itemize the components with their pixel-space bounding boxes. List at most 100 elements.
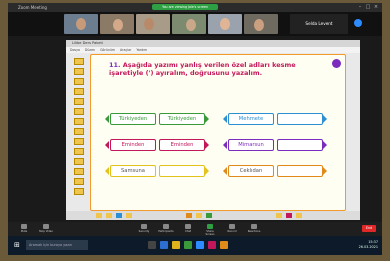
tool-button[interactable] xyxy=(74,68,84,75)
answer-field[interactable] xyxy=(159,165,205,177)
stop-video-button[interactable]: Stop Video xyxy=(38,224,54,233)
meeting-controls: Mute Stop Video Security Participants Ch… xyxy=(8,222,382,236)
end-meeting-button[interactable]: End xyxy=(362,225,376,232)
mute-button[interactable]: Mute xyxy=(16,224,32,233)
exercise-row: Ceklıdan xyxy=(223,165,333,177)
screen-share-banner[interactable]: You are viewing Jale's screen xyxy=(152,4,218,10)
app-menubar: Dosya Düzen Görünüm Araçlar Yardım xyxy=(66,47,360,53)
window-title: Zoom Meeting xyxy=(18,5,47,10)
participant-video[interactable] xyxy=(208,14,242,34)
record-button[interactable]: Record xyxy=(224,224,240,233)
zoom-icon[interactable] xyxy=(196,241,204,249)
answer-field[interactable] xyxy=(277,165,323,177)
arrow-icon xyxy=(105,141,109,149)
tool-button[interactable] xyxy=(74,178,84,185)
pen-icon[interactable] xyxy=(332,59,341,68)
arrow-icon xyxy=(205,115,209,123)
worksheet-page: 11. Aşağıda yazımı yanlış verilen özel a… xyxy=(90,54,346,211)
maximize-icon[interactable]: □ xyxy=(364,3,372,12)
arrow-icon xyxy=(323,167,327,175)
given-word: Mehmete xyxy=(228,113,274,125)
tool-button[interactable] xyxy=(74,58,84,65)
tool-button[interactable] xyxy=(116,213,122,218)
arrow-icon xyxy=(223,115,227,123)
share-screen-button[interactable]: Share Screen xyxy=(202,224,218,236)
given-word: Türkiyeden xyxy=(110,113,156,125)
task-view-icon[interactable] xyxy=(148,241,156,249)
tool-button[interactable] xyxy=(276,213,282,218)
given-word: Mimarsun xyxy=(228,139,274,151)
participant-strip: Selda Levent xyxy=(8,12,382,36)
tool-button[interactable] xyxy=(126,213,132,218)
tool-button[interactable] xyxy=(74,118,84,125)
tool-button[interactable] xyxy=(74,78,84,85)
participant-video[interactable] xyxy=(172,14,206,34)
tool-button[interactable] xyxy=(96,213,102,218)
answer-field[interactable] xyxy=(277,139,323,151)
exercise-row: Türkiyeden Türkiyeden xyxy=(105,113,215,125)
tool-button[interactable] xyxy=(196,213,202,218)
chrome-icon[interactable] xyxy=(184,241,192,249)
arrow-icon xyxy=(223,141,227,149)
tool-button[interactable] xyxy=(74,168,84,175)
arrow-icon xyxy=(323,141,327,149)
edge-icon[interactable] xyxy=(160,241,168,249)
given-word: Ceklıdan xyxy=(228,165,274,177)
clock-date: 26.03.2021 xyxy=(358,245,378,249)
arrow-icon xyxy=(105,167,109,175)
tool-button[interactable] xyxy=(74,158,84,165)
participant-video[interactable] xyxy=(244,14,278,34)
chat-bubble-icon[interactable] xyxy=(354,19,362,27)
given-word: Samsuna xyxy=(110,165,156,177)
tool-button[interactable] xyxy=(74,188,84,195)
menu-item[interactable]: Dosya xyxy=(70,48,80,52)
app-bottom-toolbar xyxy=(66,211,360,220)
tool-button[interactable] xyxy=(186,213,192,218)
tool-button[interactable] xyxy=(286,213,292,218)
arrow-icon xyxy=(323,115,327,123)
security-button[interactable]: Security xyxy=(136,224,152,233)
tool-button[interactable] xyxy=(106,213,112,218)
tool-button[interactable] xyxy=(296,213,302,218)
tool-button[interactable] xyxy=(206,213,212,218)
minimize-icon[interactable]: – xyxy=(356,3,364,12)
menu-item[interactable]: Görünüm xyxy=(100,48,115,52)
app-title: Lilibe Ders Paketi xyxy=(72,41,103,45)
tool-button[interactable] xyxy=(74,88,84,95)
app-icon[interactable] xyxy=(220,241,228,249)
participants-button[interactable]: Participants xyxy=(158,224,174,233)
answer-field[interactable] xyxy=(277,113,323,125)
shared-screen-app: Lilibe Ders Paketi Dosya Düzen Görünüm A… xyxy=(66,40,360,220)
tool-button[interactable] xyxy=(74,108,84,115)
answer-field[interactable]: Türkiyeden xyxy=(159,113,205,125)
tool-button[interactable] xyxy=(74,138,84,145)
folder-icon[interactable] xyxy=(172,241,180,249)
answer-field[interactable]: Eminden xyxy=(159,139,205,151)
question-number: 11. xyxy=(109,61,121,69)
system-tray-clock[interactable]: 15:37 26.03.2021 xyxy=(359,240,378,250)
tool-button[interactable] xyxy=(74,148,84,155)
arrow-icon xyxy=(223,167,227,175)
taskbar-search[interactable]: Aramak için buraya yazın xyxy=(26,240,88,250)
exercise-row: Samsuna xyxy=(105,165,215,177)
menu-item[interactable]: Düzen xyxy=(85,48,95,52)
reactions-button[interactable]: Reactions xyxy=(246,224,262,233)
question-instruction: Aşağıda yazımı yanlış verilen özel adlar… xyxy=(109,61,296,77)
host-name-tile[interactable]: Selda Levent xyxy=(290,14,348,34)
close-icon[interactable]: × xyxy=(372,3,380,12)
arrow-icon xyxy=(205,167,209,175)
participant-video[interactable] xyxy=(64,14,98,34)
arrow-icon xyxy=(205,141,209,149)
menu-item[interactable]: Yardım xyxy=(136,48,147,52)
window-titlebar: Zoom Meeting You are viewing Jale's scre… xyxy=(8,3,382,12)
exercise-row: Eminden Eminden xyxy=(105,139,215,151)
tool-button[interactable] xyxy=(74,128,84,135)
app-icon[interactable] xyxy=(208,241,216,249)
windows-start-icon[interactable]: ⊞ xyxy=(14,241,22,249)
participant-video[interactable] xyxy=(136,14,170,34)
menu-item[interactable]: Araçlar xyxy=(120,48,131,52)
chat-button[interactable]: Chat xyxy=(180,224,196,233)
participant-video[interactable] xyxy=(100,14,134,34)
tool-button[interactable] xyxy=(74,98,84,105)
question-text: 11. Aşağıda yazımı yanlış verilen özel a… xyxy=(109,61,321,77)
